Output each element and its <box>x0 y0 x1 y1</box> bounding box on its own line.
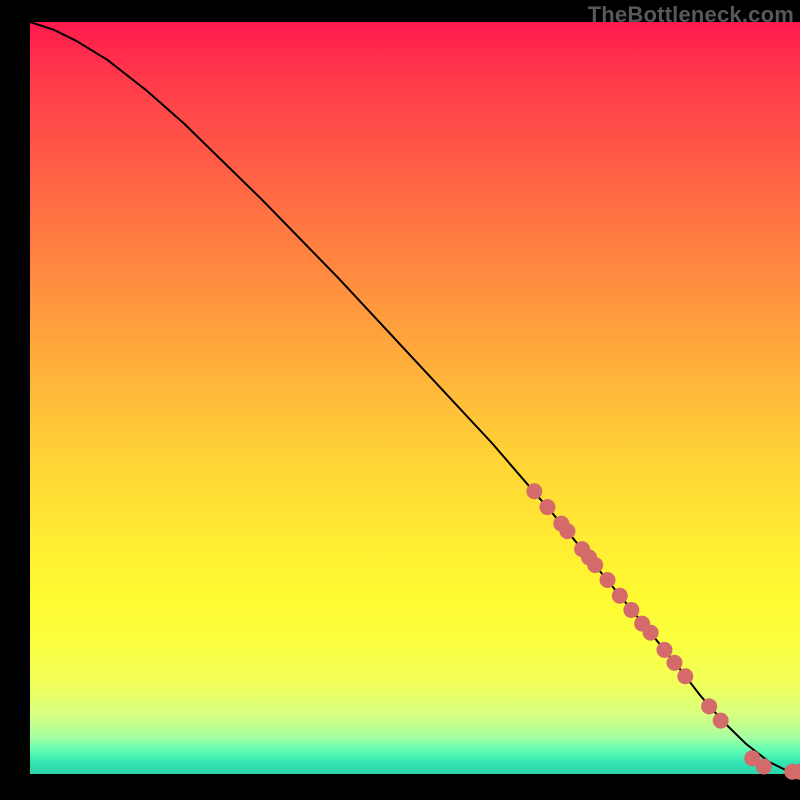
marker-dot <box>677 668 693 684</box>
marker-dot <box>701 698 717 714</box>
chart-svg <box>30 22 800 774</box>
marker-dot <box>756 758 772 774</box>
marker-dot <box>656 642 672 658</box>
marker-dot <box>600 572 616 588</box>
marker-dot <box>623 602 639 618</box>
marker-dot <box>526 483 542 499</box>
markers-dots <box>526 483 800 779</box>
marker-dot <box>713 713 729 729</box>
chart-stage: TheBottleneck.com <box>0 0 800 800</box>
series-curve <box>30 22 800 772</box>
marker-dot <box>587 557 603 573</box>
marker-dot <box>643 625 659 641</box>
marker-dot <box>666 655 682 671</box>
marker-dot <box>539 499 555 515</box>
plot-area <box>30 22 800 774</box>
marker-dot <box>559 523 575 539</box>
marker-dot <box>612 588 628 604</box>
